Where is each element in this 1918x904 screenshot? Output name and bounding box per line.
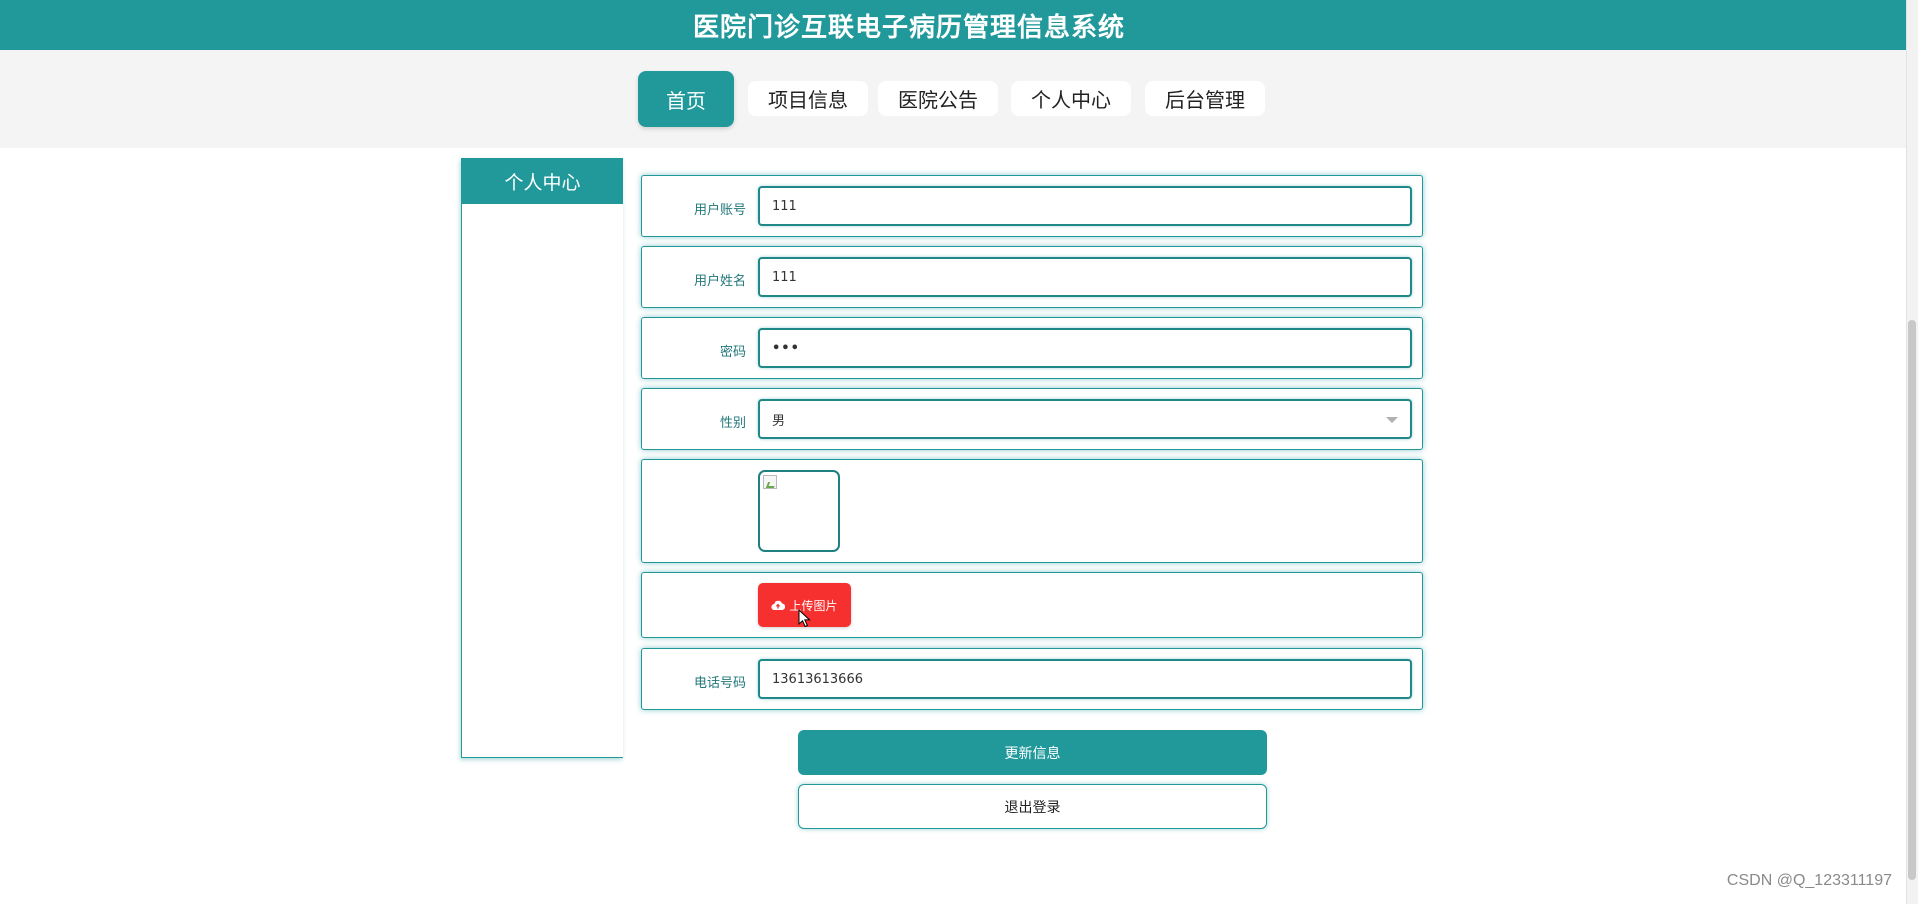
gender-label: 性别: [719, 416, 746, 431]
gender-row: 性别 男: [641, 388, 1423, 450]
top-nav: 首页 项目信息 医院公告 个人中心 后台管理: [0, 50, 1906, 148]
upload-row: 上传图片: [641, 572, 1423, 638]
realname-input[interactable]: 111: [758, 257, 1412, 297]
scrollbar-thumb[interactable]: [1908, 320, 1916, 880]
gender-selected-value: 男: [772, 413, 786, 429]
username-row: 用户账号 111: [641, 175, 1423, 237]
nav-item-projects[interactable]: 项目信息: [748, 81, 868, 116]
nav-item-admin[interactable]: 后台管理: [1145, 81, 1265, 116]
broken-image-icon: [763, 475, 777, 489]
upload-button-label: 上传图片: [789, 598, 838, 613]
password-row: 密码 •••: [641, 317, 1423, 379]
avatar-row: [641, 459, 1423, 563]
realname-row: 用户姓名 111: [641, 246, 1423, 308]
phone-input[interactable]: 13613613666: [758, 659, 1412, 699]
upload-image-button[interactable]: 上传图片: [758, 583, 851, 628]
nav-item-home[interactable]: 首页: [638, 71, 734, 127]
password-input[interactable]: •••: [758, 328, 1412, 368]
mouse-cursor-icon: [798, 609, 811, 628]
nav-item-personal-center[interactable]: 个人中心: [1011, 81, 1131, 116]
gender-select[interactable]: 男: [758, 399, 1412, 439]
realname-label: 用户姓名: [693, 274, 746, 289]
phone-label: 电话号码: [693, 676, 746, 691]
phone-row: 电话号码 13613613666: [641, 648, 1423, 710]
cloud-upload-icon: [771, 600, 786, 611]
sidebar-title[interactable]: 个人中心: [462, 159, 623, 204]
logout-button[interactable]: 退出登录: [798, 784, 1267, 829]
app-title: 医院门诊互联电子病历管理信息系统: [692, 12, 1125, 43]
chevron-down-icon: [1386, 417, 1398, 423]
page-scrollbar[interactable]: [1906, 0, 1918, 904]
avatar-preview: [758, 470, 840, 552]
update-info-button[interactable]: 更新信息: [798, 730, 1267, 775]
username-label: 用户账号: [693, 203, 746, 218]
watermark: CSDN @Q_123311197: [1726, 872, 1892, 889]
sidebar: 个人中心: [461, 158, 623, 758]
nav-item-announcements[interactable]: 医院公告: [878, 81, 998, 116]
password-label: 密码: [719, 345, 746, 360]
app-header: 医院门诊互联电子病历管理信息系统: [0, 0, 1906, 50]
username-input[interactable]: 111: [758, 186, 1412, 226]
